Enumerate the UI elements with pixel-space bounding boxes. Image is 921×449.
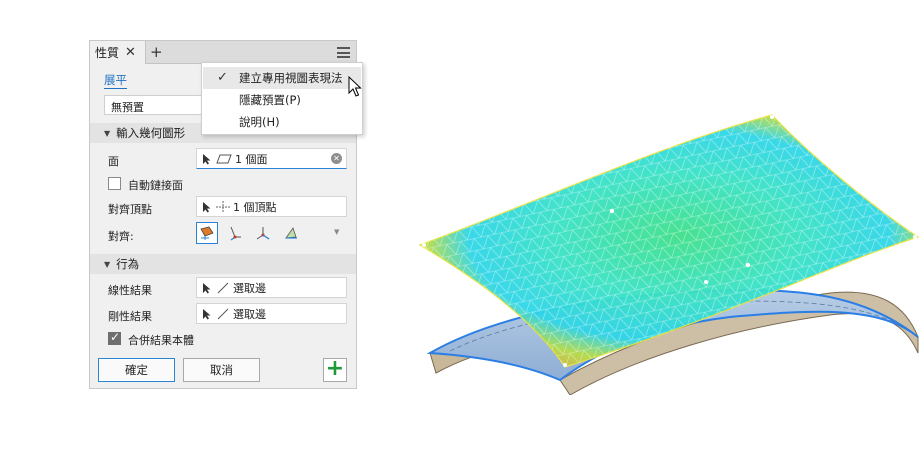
menu-item-create-view-rep[interactable]: ✓ 建立專用視圖表現法 <box>203 67 361 89</box>
panel-tab-bar: 性質 ✕ + <box>90 41 356 64</box>
align-xyz-icon <box>256 227 270 240</box>
align-face-icon <box>200 226 214 240</box>
tab-properties[interactable]: 性質 ✕ <box>90 41 146 64</box>
linear-result-value: 選取邊 <box>233 281 266 295</box>
align-vertex-value: 1 個頂點 <box>233 200 277 214</box>
menu-item-label: 說明(H) <box>239 115 280 129</box>
section-behavior-title: 行為 <box>116 257 140 271</box>
pointer-arrow-icon <box>203 308 211 319</box>
apply-add-button[interactable]: + <box>323 358 347 382</box>
menu-item-label: 隱藏預置(P) <box>239 93 301 107</box>
align-option-4-button[interactable] <box>280 222 302 244</box>
tab-properties-label: 性質 <box>95 46 120 60</box>
align-plane-icon <box>285 227 297 239</box>
ok-button[interactable]: 確定 <box>98 358 175 382</box>
face-value: 1 個面 <box>235 152 268 166</box>
face-label: 面 <box>108 155 119 168</box>
rigid-result-label: 剛性結果 <box>108 310 152 323</box>
menu-item-help[interactable]: 說明(H) <box>203 111 361 133</box>
unfold-tab-link[interactable]: 展平 <box>104 72 127 89</box>
collapse-triangle-icon: ▼ <box>104 259 111 269</box>
face-icon <box>216 154 232 163</box>
panel-options-menu: ✓ 建立專用視圖表現法 隱藏預置(P) 說明(H) <box>201 62 363 135</box>
pointer-arrow-icon <box>203 153 211 164</box>
align-label: 對齊: <box>108 230 134 243</box>
collapse-triangle-icon: ▼ <box>104 128 111 138</box>
menu-icon[interactable] <box>337 47 350 58</box>
rigid-result-value: 選取邊 <box>233 307 266 321</box>
align-vertex-label: 對齊頂點 <box>108 203 152 216</box>
align-option-3-button[interactable] <box>252 222 274 244</box>
merge-body-label: 合併結果本體 <box>128 334 194 347</box>
merge-body-checkbox[interactable] <box>108 330 121 345</box>
preset-select[interactable]: 無預置 <box>104 95 204 115</box>
section-behavior[interactable]: ▼ 行為 <box>90 254 356 274</box>
edge-icon <box>217 282 229 293</box>
align-vertex-field[interactable]: 1 個頂點 <box>196 196 347 217</box>
plus-icon: + <box>325 356 345 381</box>
auto-chain-label: 自動鏈接面 <box>128 179 183 192</box>
mouse-cursor-icon <box>348 76 362 97</box>
menu-item-label: 建立專用視圖表現法 <box>239 71 343 85</box>
checkmark-icon: ✓ <box>217 70 228 85</box>
auto-chain-checkbox[interactable] <box>108 177 121 190</box>
linear-result-field[interactable]: 選取邊 <box>196 277 347 298</box>
edge-icon <box>217 308 229 319</box>
align-option-1-button[interactable] <box>196 222 218 244</box>
rigid-result-field[interactable]: 選取邊 <box>196 303 347 324</box>
linear-result-label: 線性結果 <box>108 284 152 297</box>
vertex-icon <box>216 200 230 213</box>
clear-icon[interactable]: ✕ <box>331 153 342 164</box>
chevron-down-icon[interactable]: ▼ <box>334 228 339 236</box>
section-input-title: 輸入幾何圖形 <box>116 126 186 140</box>
model-viewport[interactable] <box>410 105 921 395</box>
pointer-arrow-icon <box>203 282 211 293</box>
close-icon[interactable]: ✕ <box>125 45 136 60</box>
add-tab-icon[interactable]: + <box>150 43 163 61</box>
cancel-button[interactable]: 取消 <box>183 358 260 382</box>
align-axis-icon <box>230 226 241 241</box>
align-option-2-button[interactable] <box>224 222 246 244</box>
face-select-field[interactable]: 1 個面 ✕ <box>196 148 347 169</box>
menu-item-hide-presets[interactable]: 隱藏預置(P) <box>203 89 361 111</box>
pointer-arrow-icon <box>203 201 211 212</box>
